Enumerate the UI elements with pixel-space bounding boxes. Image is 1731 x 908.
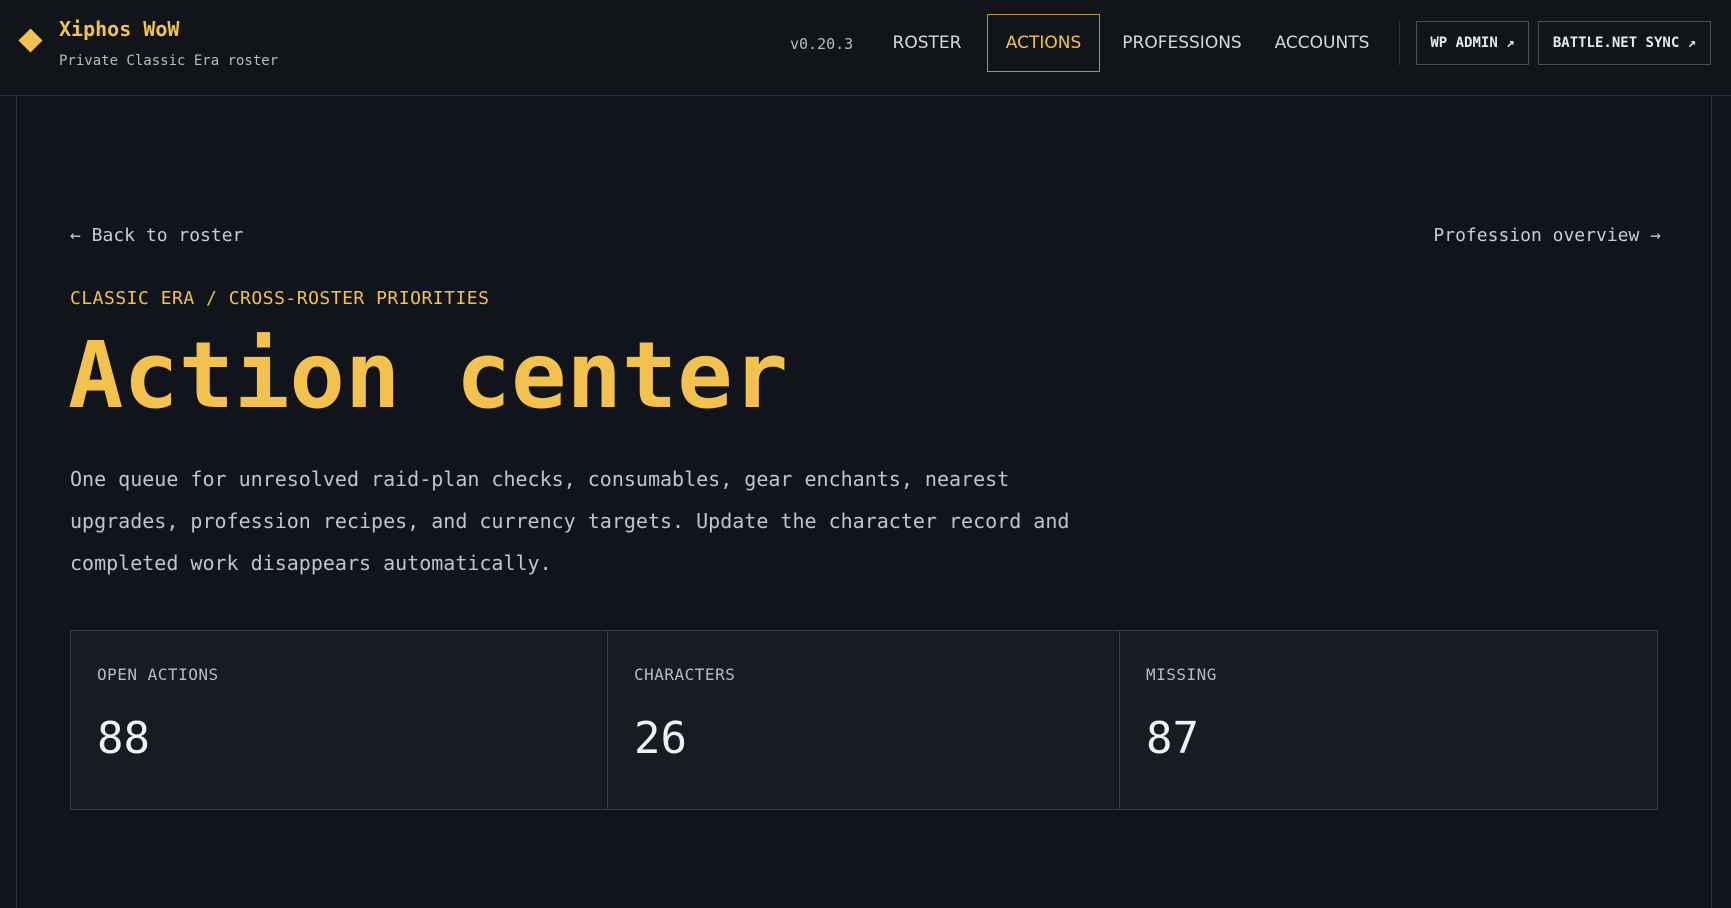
- stat-label: CHARACTERS: [634, 665, 736, 684]
- nav-professions[interactable]: PROFESSIONS: [1112, 14, 1252, 72]
- nav-divider: [1399, 21, 1400, 65]
- stat-label: OPEN ACTIONS: [97, 665, 219, 684]
- stat-open-actions: OPEN ACTIONS 88: [71, 631, 608, 809]
- nav-actions[interactable]: ACTIONS: [987, 14, 1100, 72]
- page-eyebrow: CLASSIC ERA / CROSS-ROSTER PRIORITIES: [70, 288, 490, 309]
- version-label: v0.20.3: [790, 35, 854, 53]
- brand-subtitle: Private Classic Era roster: [59, 53, 279, 69]
- stat-value: 87: [1146, 713, 1199, 764]
- wp-admin-button[interactable]: WP ADMIN ↗: [1416, 21, 1529, 65]
- stats-panel: OPEN ACTIONS 88 CHARACTERS 26 MISSING 87: [70, 630, 1658, 810]
- nav-accounts[interactable]: ACCOUNTS: [1266, 14, 1378, 72]
- stat-missing: MISSING 87: [1120, 631, 1657, 809]
- brand-title: Xiphos WoW: [59, 17, 180, 41]
- profession-overview-link[interactable]: Profession overview →: [1433, 225, 1661, 246]
- page-title: Action center: [68, 322, 789, 429]
- battlenet-sync-button[interactable]: BATTLE.NET SYNC ↗: [1538, 21, 1711, 65]
- stat-characters: CHARACTERS 26: [608, 631, 1120, 809]
- stat-value: 88: [97, 713, 150, 764]
- nav-roster[interactable]: ROSTER: [876, 14, 978, 72]
- diamond-logo-icon: [18, 28, 43, 53]
- top-bar: Xiphos WoW Private Classic Era roster v0…: [0, 0, 1731, 96]
- back-to-roster-link[interactable]: ← Back to roster: [70, 225, 243, 246]
- page-intro: One queue for unresolved raid-plan check…: [70, 467, 1070, 575]
- stat-label: MISSING: [1146, 665, 1217, 684]
- stat-value: 26: [634, 713, 687, 764]
